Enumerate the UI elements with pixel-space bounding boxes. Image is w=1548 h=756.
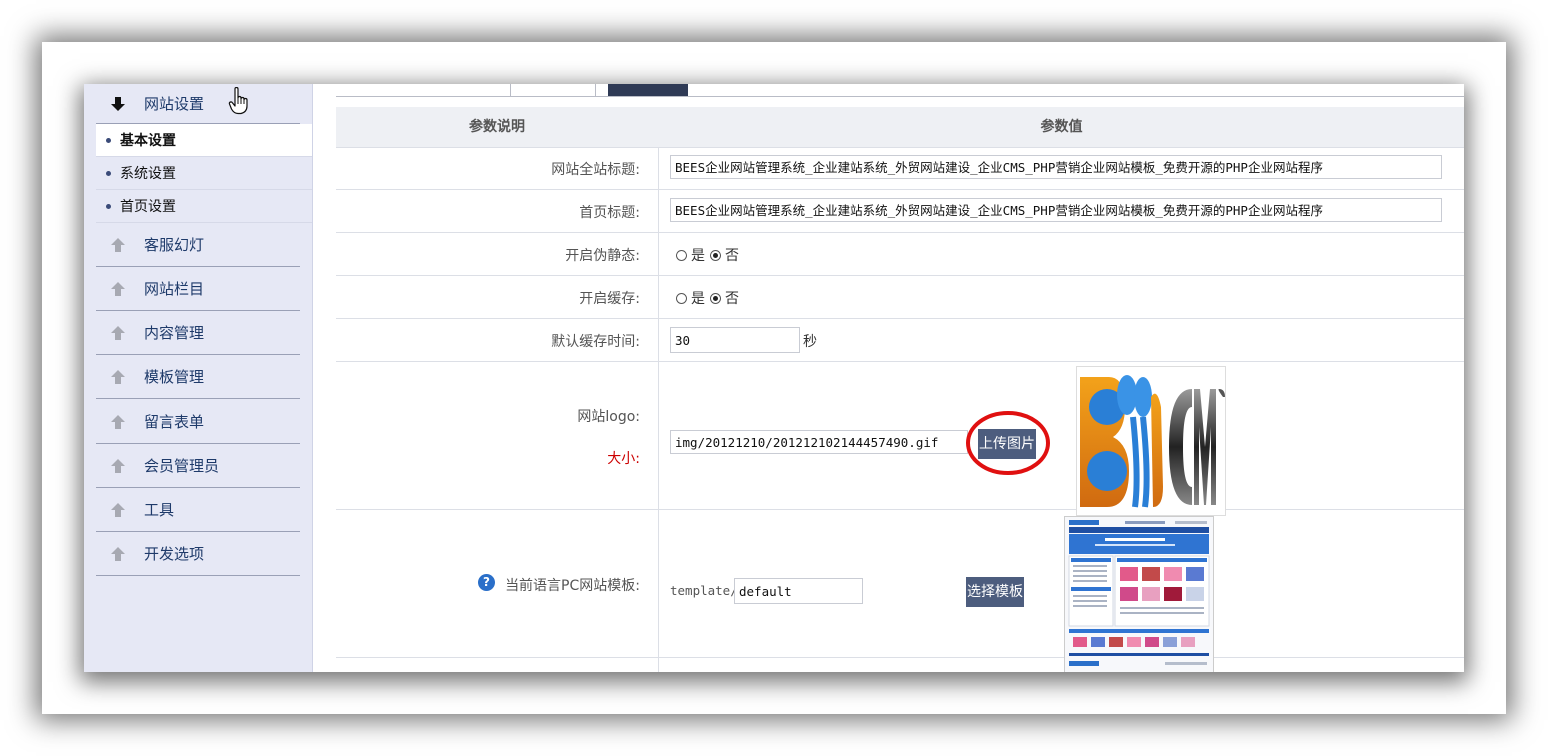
sidebar-section-message-forms[interactable]: 留言表单 bbox=[96, 400, 300, 444]
arrow-up-icon bbox=[108, 369, 128, 385]
template-prefix: template/ bbox=[670, 583, 738, 598]
bullet-icon bbox=[106, 170, 111, 176]
arrow-down-icon bbox=[108, 96, 128, 112]
arrow-up-icon bbox=[108, 325, 128, 341]
home-title-input[interactable]: BEES企业网站管理系统_企业建站系统_外贸网站建设_企业CMS_PHP营销企业… bbox=[670, 198, 1442, 222]
hand-cursor-icon bbox=[228, 86, 250, 119]
cache-time-input[interactable]: 30 bbox=[670, 327, 800, 353]
sidebar-section-label: 工具 bbox=[144, 501, 175, 519]
bullet-icon bbox=[106, 137, 111, 143]
sidebar-section-tools[interactable]: 工具 bbox=[96, 488, 300, 532]
sidebar-section-template-management[interactable]: 模板管理 bbox=[96, 355, 300, 399]
sidebar-section-dev-options[interactable]: 开发选项 bbox=[96, 532, 300, 576]
logo-preview bbox=[1076, 366, 1226, 516]
sidebar: 网站设置 基本设置 系统设置 首页设置 客服幻灯 网站栏目 内容管理 模板管理 … bbox=[84, 84, 313, 672]
home-title-label: 首页标题: bbox=[579, 205, 640, 221]
tab-other[interactable] bbox=[608, 84, 688, 96]
sidebar-section-content-management[interactable]: 内容管理 bbox=[96, 311, 300, 355]
arrow-up-icon bbox=[108, 546, 128, 562]
cache-no-radio[interactable] bbox=[710, 292, 721, 304]
highlight-circle-icon bbox=[966, 411, 1050, 475]
cache-time-unit: 秒 bbox=[803, 334, 817, 350]
sidebar-section-label: 客服幻灯 bbox=[144, 236, 205, 254]
template-preview bbox=[1064, 516, 1214, 672]
logo-size-label: 大小: bbox=[607, 451, 640, 467]
sidebar-item-label: 系统设置 bbox=[120, 166, 176, 182]
table-header: 参数说明 参数值 bbox=[336, 107, 1464, 148]
radio-yes-label: 是 bbox=[691, 248, 705, 264]
arrow-up-icon bbox=[108, 458, 128, 474]
tab-basic[interactable] bbox=[510, 84, 596, 96]
sidebar-section-label: 留言表单 bbox=[144, 413, 205, 431]
sidebar-section-label: 模板管理 bbox=[144, 368, 205, 386]
pseudo-static-yes-radio[interactable] bbox=[676, 249, 687, 261]
bullet-icon bbox=[106, 203, 111, 209]
arrow-up-icon bbox=[108, 502, 128, 518]
arrow-up-icon bbox=[108, 414, 128, 430]
logo-path-input[interactable]: img/20121210/201212102144457490.gif bbox=[670, 430, 968, 454]
sidebar-item-label: 基本设置 bbox=[120, 133, 176, 149]
sidebar-section-label: 网站栏目 bbox=[144, 280, 205, 298]
sidebar-item-home-settings[interactable]: 首页设置 bbox=[96, 190, 312, 223]
sidebar-item-system-settings[interactable]: 系统设置 bbox=[96, 157, 312, 190]
arrow-up-icon bbox=[108, 281, 128, 297]
select-template-button[interactable]: 选择模板 bbox=[966, 577, 1024, 607]
logo-label: 网站logo: bbox=[577, 409, 640, 425]
site-title-input[interactable]: BEES企业网站管理系统_企业建站系统_外贸网站建设_企业CMS_PHP营销企业… bbox=[670, 155, 1442, 179]
sidebar-section-label: 内容管理 bbox=[144, 324, 205, 342]
sidebar-item-label: 首页设置 bbox=[120, 199, 176, 215]
sidebar-section-service-slides[interactable]: 客服幻灯 bbox=[96, 223, 300, 267]
radio-no-label: 否 bbox=[725, 248, 739, 264]
cache-yes-radio[interactable] bbox=[676, 292, 687, 304]
sidebar-header-site-settings[interactable]: 网站设置 bbox=[96, 84, 300, 124]
column-header-param-desc: 参数说明 bbox=[469, 119, 525, 135]
pseudo-static-label: 开启伪静态: bbox=[565, 248, 640, 264]
main-content: 参数说明 参数值 网站全站标题: BEES企业网站管理系统_企业建站系统_外贸网… bbox=[336, 84, 1464, 672]
table-row bbox=[336, 276, 1464, 319]
radio-yes-label: 是 bbox=[691, 291, 705, 307]
column-divider bbox=[658, 147, 659, 672]
sidebar-item-basic-settings[interactable]: 基本设置 bbox=[96, 124, 312, 157]
arrow-up-icon bbox=[108, 237, 128, 253]
pseudo-static-radio-group: 是 否 bbox=[676, 245, 739, 265]
site-title-label: 网站全站标题: bbox=[551, 162, 640, 178]
radio-no-label: 否 bbox=[725, 291, 739, 307]
sidebar-section-member-admin[interactable]: 会员管理员 bbox=[96, 444, 300, 488]
pseudo-static-no-radio[interactable] bbox=[710, 249, 721, 261]
cache-radio-group: 是 否 bbox=[676, 288, 739, 308]
template-thumbnail-icon bbox=[1065, 517, 1213, 672]
app-window: 网站设置 基本设置 系统设置 首页设置 客服幻灯 网站栏目 内容管理 模板管理 … bbox=[84, 84, 1464, 672]
sidebar-section-label: 会员管理员 bbox=[144, 457, 220, 475]
cache-time-label: 默认缓存时间: bbox=[551, 334, 640, 350]
bees-cms-logo-icon bbox=[1077, 367, 1225, 515]
template-label: 当前语言PC网站模板: bbox=[505, 578, 640, 594]
column-header-param-value: 参数值 bbox=[1040, 119, 1083, 135]
tab-bar bbox=[336, 84, 1464, 97]
table-row bbox=[336, 233, 1464, 276]
table-row bbox=[336, 319, 1464, 362]
help-icon[interactable]: ? bbox=[478, 574, 495, 591]
sidebar-header-label: 网站设置 bbox=[144, 95, 205, 113]
sidebar-section-label: 开发选项 bbox=[144, 545, 205, 563]
sidebar-section-site-columns[interactable]: 网站栏目 bbox=[96, 267, 300, 311]
cache-label: 开启缓存: bbox=[579, 291, 640, 307]
template-input[interactable]: default bbox=[734, 578, 863, 604]
